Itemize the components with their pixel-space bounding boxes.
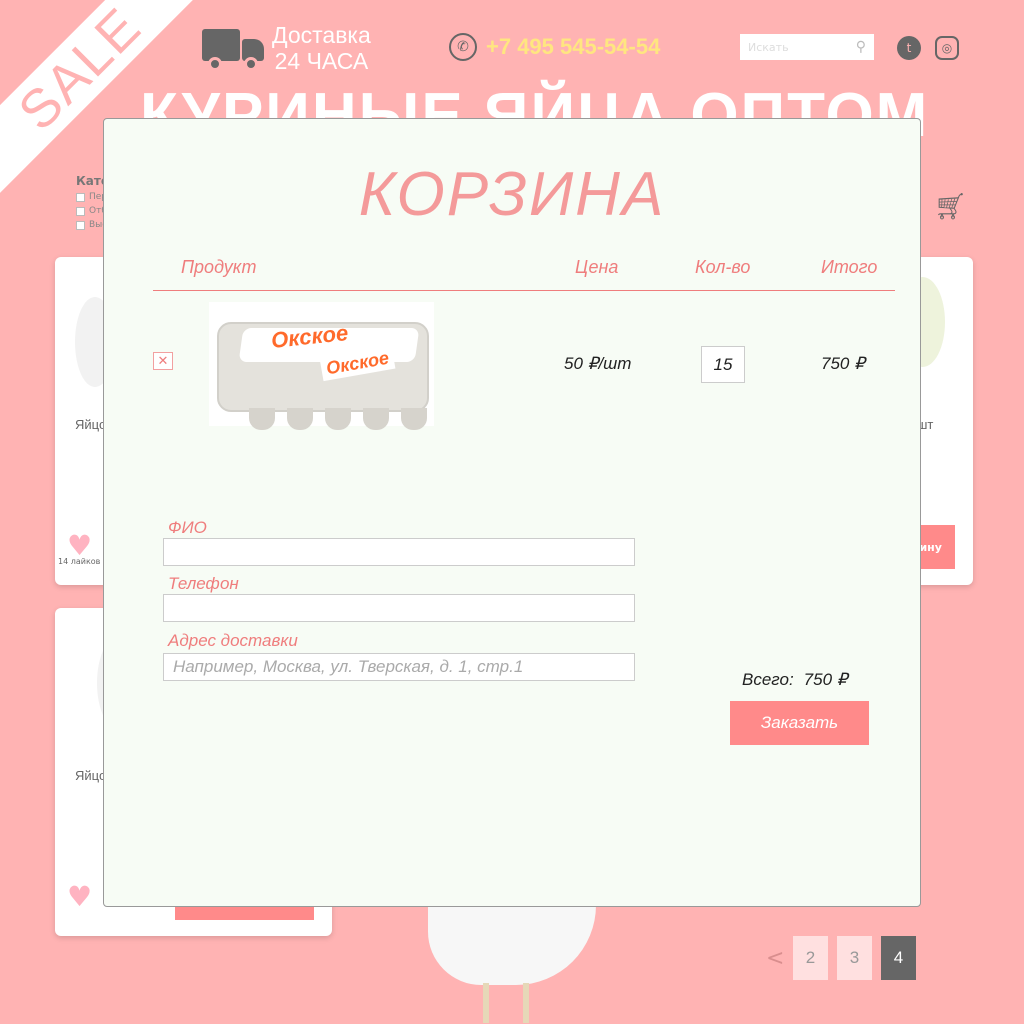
- column-product: Продукт: [181, 257, 257, 277]
- pagination: < 2 3 4: [766, 936, 916, 980]
- address-label: Адрес доставки: [168, 631, 298, 650]
- cart-modal: КОРЗИНА Продукт Цена Кол-во Итого ✕ Окск…: [103, 118, 921, 907]
- filter-checkbox[interactable]: [76, 206, 85, 216]
- phone-field[interactable]: [163, 594, 635, 622]
- order-summary: Всего: 750 ₽: [742, 670, 848, 690]
- product-title: Яйцо: [75, 768, 107, 783]
- column-price: Цена: [575, 257, 619, 277]
- phone-contact[interactable]: ✆ +7 495 545-54-54: [449, 33, 660, 61]
- modal-title: КОРЗИНА: [358, 160, 666, 229]
- item-price: 50 ₽/шт: [564, 354, 632, 373]
- product-image: Окское Окское: [209, 302, 434, 430]
- page-button-active[interactable]: 4: [881, 936, 916, 980]
- delivery-line2: 24 ЧАСА: [274, 48, 369, 74]
- close-icon: ✕: [157, 353, 169, 368]
- delivery-text: Доставка 24 ЧАСА: [272, 22, 371, 74]
- chicken-image: [428, 905, 598, 1024]
- search-icon[interactable]: ⚲: [856, 39, 866, 55]
- address-field[interactable]: [163, 653, 635, 681]
- phone-number[interactable]: +7 495 545-54-54: [486, 34, 660, 60]
- page-button[interactable]: 3: [837, 936, 872, 980]
- truck-icon: [202, 25, 264, 71]
- delivery-info: Доставка 24 ЧАСА: [202, 22, 371, 74]
- prev-page-button[interactable]: <: [766, 946, 784, 971]
- filter-checkbox[interactable]: [76, 192, 85, 202]
- column-total: Итого: [821, 257, 878, 277]
- search-placeholder: Искать: [748, 40, 789, 54]
- instagram-icon[interactable]: ◎: [935, 36, 959, 60]
- header-divider: [153, 290, 895, 291]
- phone-icon: ✆: [449, 33, 477, 61]
- phone-label: Телефон: [168, 574, 239, 593]
- quantity-input[interactable]: [701, 346, 745, 383]
- cart-icon[interactable]: 🛒︎: [934, 192, 967, 222]
- name-label: ФИО: [168, 518, 207, 537]
- order-button[interactable]: Заказать: [730, 701, 869, 745]
- search-input[interactable]: Искать ⚲: [740, 34, 874, 60]
- summary-value: 750 ₽: [803, 670, 848, 689]
- name-field[interactable]: [163, 538, 635, 566]
- product-title: Яйцо: [75, 417, 107, 432]
- twitter-icon[interactable]: t: [897, 36, 921, 60]
- page-button[interactable]: 2: [793, 936, 828, 980]
- remove-item-button[interactable]: ✕: [153, 352, 173, 370]
- filter-checkbox[interactable]: [76, 220, 85, 230]
- likes-count: 14 лайков: [58, 557, 101, 566]
- column-qty: Кол-во: [695, 257, 751, 277]
- summary-label: Всего:: [742, 670, 794, 689]
- delivery-line1: Доставка: [272, 22, 371, 48]
- item-total: 750 ₽: [821, 354, 865, 373]
- like-icon[interactable]: ♥: [67, 880, 92, 913]
